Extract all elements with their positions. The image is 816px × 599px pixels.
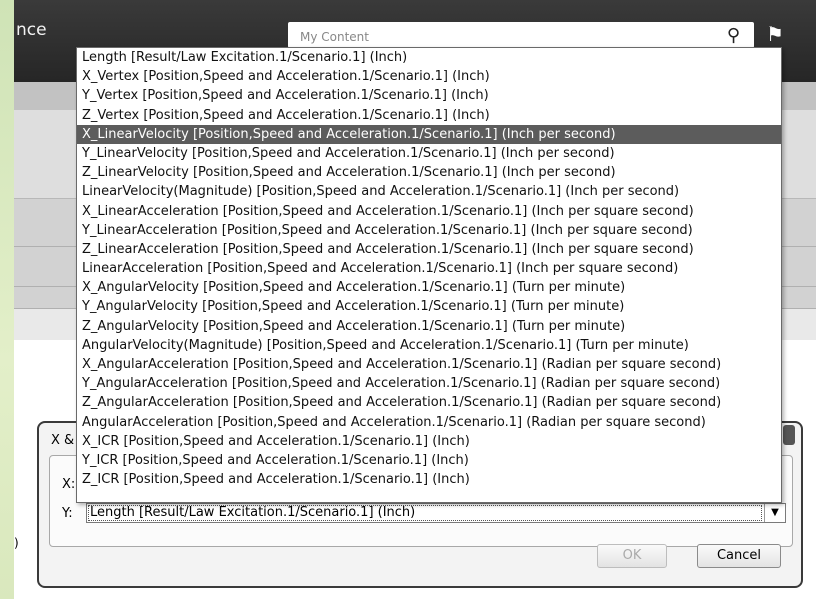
dropdown-option[interactable]: Y_AngularVelocity [Position,Speed and Ac… xyxy=(77,297,781,316)
dropdown-option[interactable]: Z_LinearAcceleration [Position,Speed and… xyxy=(77,240,781,259)
dropdown-option[interactable]: Y_LinearVelocity [Position,Speed and Acc… xyxy=(77,144,781,163)
dropdown-option[interactable]: LinearAcceleration [Position,Speed and A… xyxy=(77,259,781,278)
dropdown-option[interactable]: LinearVelocity(Magnitude) [Position,Spee… xyxy=(77,182,781,201)
dropdown-option[interactable]: AngularVelocity(Magnitude) [Position,Spe… xyxy=(77,336,781,355)
dropdown-option[interactable]: Z_AngularAcceleration [Position,Speed an… xyxy=(77,393,781,412)
dialog-close-button[interactable] xyxy=(783,425,795,445)
dropdown-option[interactable]: Z_AngularVelocity [Position,Speed and Ac… xyxy=(77,317,781,336)
dropdown-option[interactable]: X_ICR [Position,Speed and Acceleration.1… xyxy=(77,432,781,451)
dropdown-option[interactable]: Y_AngularAcceleration [Position,Speed an… xyxy=(77,374,781,393)
dropdown-option[interactable]: Z_ICR [Position,Speed and Acceleration.1… xyxy=(77,470,781,489)
dropdown-option[interactable]: X_LinearVelocity [Position,Speed and Acc… xyxy=(77,124,781,144)
search-icon[interactable]: ⚲ xyxy=(727,25,740,46)
dropdown-option[interactable]: X_Vertex [Position,Speed and Acceleratio… xyxy=(77,67,781,86)
y-axis-select-value[interactable]: Length [Result/Law Excitation.1/Scenario… xyxy=(87,504,763,522)
x-axis-dropdown-list[interactable]: Length [Result/Law Excitation.1/Scenario… xyxy=(76,47,782,503)
left-edge-strip xyxy=(0,0,14,599)
dropdown-option[interactable]: X_AngularVelocity [Position,Speed and Ac… xyxy=(77,278,781,297)
dropdown-option[interactable]: Y_Vertex [Position,Speed and Acceleratio… xyxy=(77,86,781,105)
chevron-down-icon[interactable]: ▼ xyxy=(764,504,785,522)
cancel-button[interactable]: Cancel xyxy=(697,544,781,568)
app-title: nce xyxy=(16,20,47,40)
dialog-title: X & xyxy=(51,433,75,448)
x-axis-label: X: xyxy=(62,477,76,492)
background-text: ) xyxy=(14,536,19,550)
search-box[interactable]: My Content ⚲ xyxy=(288,22,754,48)
dropdown-option[interactable]: X_AngularAcceleration [Position,Speed an… xyxy=(77,355,781,374)
dropdown-option[interactable]: Y_ICR [Position,Speed and Acceleration.1… xyxy=(77,451,781,470)
dropdown-option[interactable]: Z_Vertex [Position,Speed and Acceleratio… xyxy=(77,106,781,125)
search-input[interactable]: My Content xyxy=(300,30,369,44)
dropdown-option[interactable]: Y_LinearAcceleration [Position,Speed and… xyxy=(77,221,781,240)
y-axis-label: Y: xyxy=(62,506,73,521)
ok-button[interactable]: OK xyxy=(597,544,667,568)
y-axis-select[interactable]: Length [Result/Law Excitation.1/Scenario… xyxy=(86,503,786,523)
dropdown-option[interactable]: Z_LinearVelocity [Position,Speed and Acc… xyxy=(77,163,781,182)
dropdown-option[interactable]: X_LinearAcceleration [Position,Speed and… xyxy=(77,202,781,221)
tag-icon[interactable]: ⚑ xyxy=(766,22,784,46)
dropdown-option[interactable]: AngularAcceleration [Position,Speed and … xyxy=(77,413,781,432)
dropdown-option[interactable]: Length [Result/Law Excitation.1/Scenario… xyxy=(77,48,781,67)
